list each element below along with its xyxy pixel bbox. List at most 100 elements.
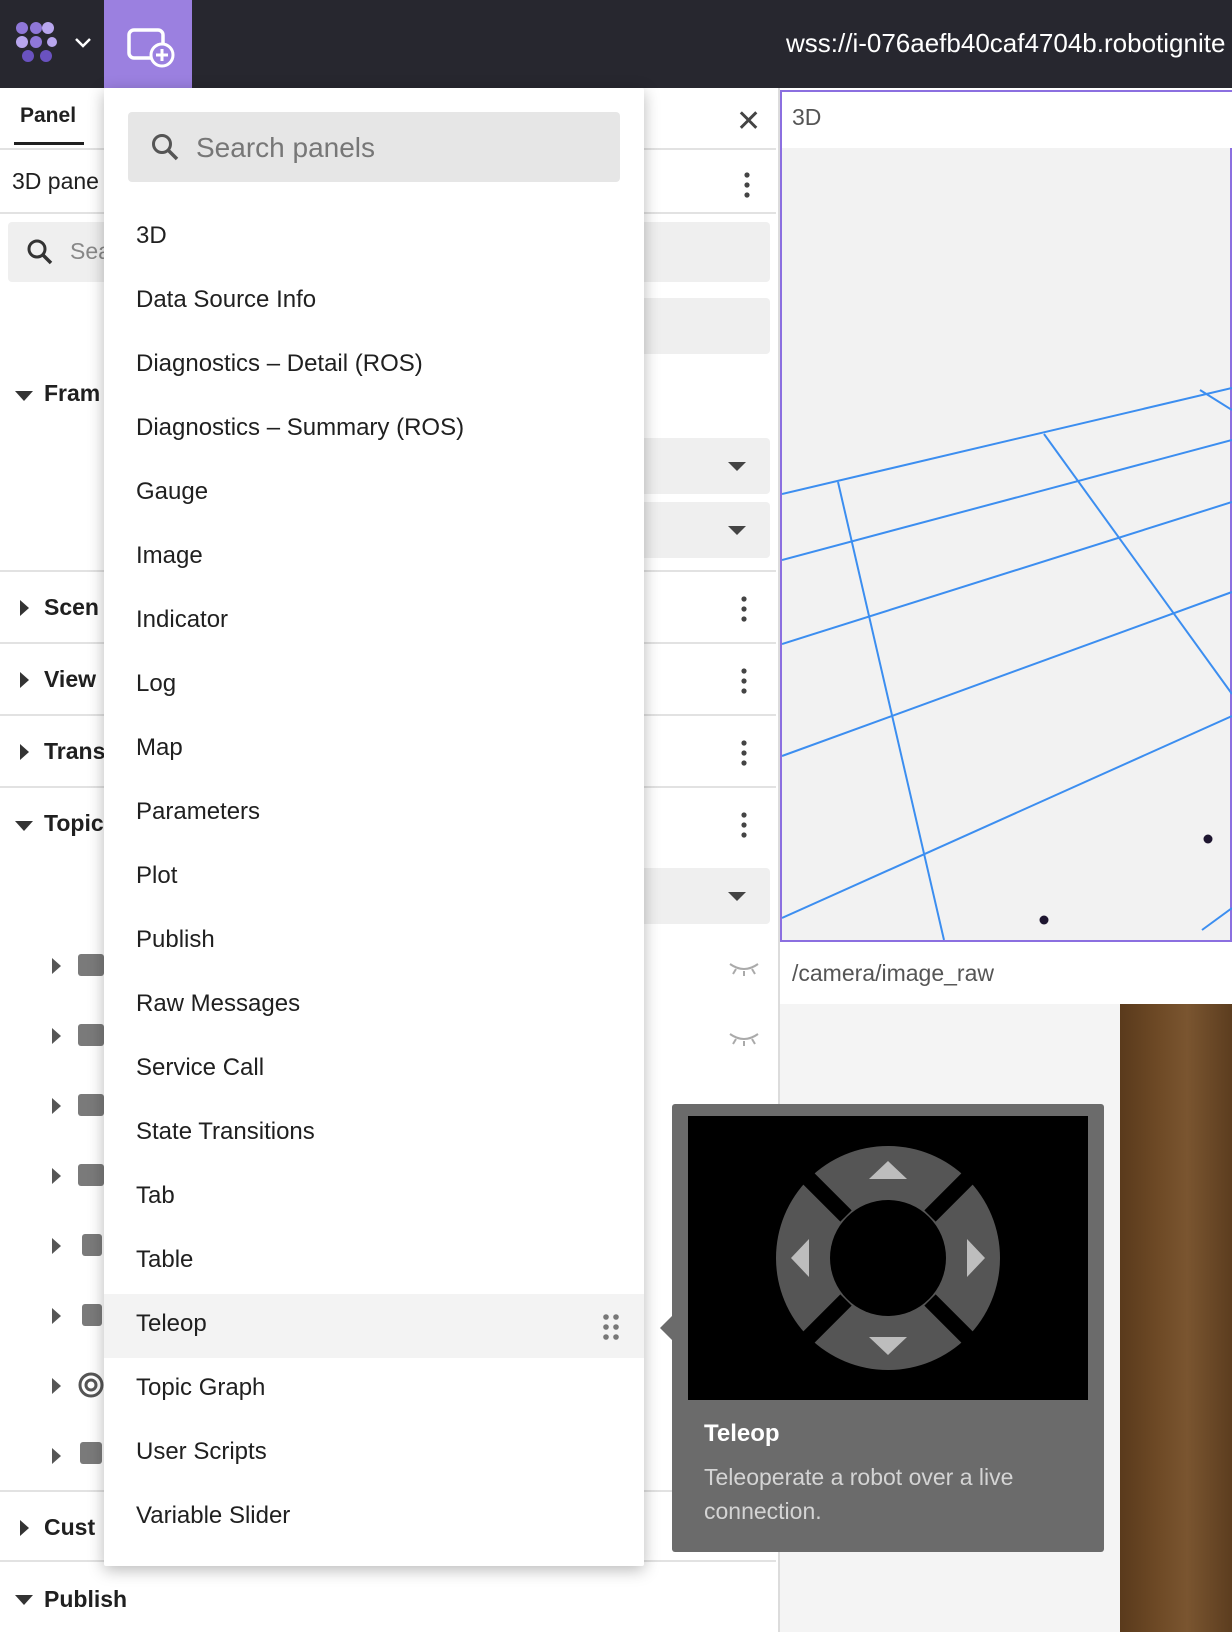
teleop-dpad-icon xyxy=(776,1146,1000,1370)
topic-expand-caret-icon[interactable] xyxy=(52,1028,61,1044)
topic-expand-caret-icon[interactable] xyxy=(52,1098,61,1114)
menu-item-log[interactable]: Log xyxy=(104,654,644,718)
tooltip-title: Teleop xyxy=(704,1420,780,1447)
panel-search-input[interactable] xyxy=(196,126,596,170)
menu-item-label: Topic Graph xyxy=(136,1374,266,1401)
camera-image xyxy=(1120,1004,1232,1632)
section-publish-label[interactable]: Publish xyxy=(44,1586,127,1613)
section-kebab-icon[interactable] xyxy=(741,740,747,771)
robot-arm-icon xyxy=(80,1442,102,1464)
menu-item-publish[interactable]: Publish xyxy=(104,910,644,974)
menu-item-map[interactable]: Map xyxy=(104,718,644,782)
menu-item-label: Plot xyxy=(136,862,178,889)
topic-expand-caret-icon[interactable] xyxy=(52,1308,61,1324)
add-panel-icon xyxy=(127,28,175,68)
frame-select-2[interactable] xyxy=(640,502,770,558)
ground-grid xyxy=(782,387,1232,940)
menu-item-service-call[interactable]: Service Call xyxy=(104,1038,644,1102)
topic-expand-caret-icon[interactable] xyxy=(52,1378,61,1394)
chevron-down-icon xyxy=(728,892,746,901)
camera-icon xyxy=(78,954,104,976)
menu-item-diagnostics-detail-ros[interactable]: Diagnostics – Detail (ROS) xyxy=(104,334,644,398)
chevron-down-icon xyxy=(728,462,746,471)
section-topics-label[interactable]: Topic xyxy=(44,810,104,837)
section-kebab-icon[interactable] xyxy=(741,596,747,627)
topic-expand-caret-icon[interactable] xyxy=(52,1448,61,1464)
search-icon xyxy=(150,132,180,162)
menu-item-label: Diagnostics – Detail (ROS) xyxy=(136,350,423,377)
panel-options-kebab-icon[interactable] xyxy=(744,172,750,203)
menu-item-plot[interactable]: Plot xyxy=(104,846,644,910)
expand-caret-icon[interactable] xyxy=(15,1595,33,1605)
menu-item-label: Log xyxy=(136,670,177,697)
add-panel-button[interactable] xyxy=(104,0,192,88)
menu-item-label: Publish xyxy=(136,926,215,953)
visibility-off-icon[interactable] xyxy=(728,960,760,981)
menu-item-label: User Scripts xyxy=(136,1438,267,1465)
tooltip-description: Teleoperate a robot over a live connecti… xyxy=(704,1464,1014,1524)
menu-item-topic-graph[interactable]: Topic Graph xyxy=(104,1358,644,1422)
app-menu-chevron-down-icon[interactable] xyxy=(74,36,92,50)
section-transforms-label[interactable]: Trans xyxy=(44,738,105,765)
menu-item-data-source-info[interactable]: Data Source Info xyxy=(104,270,644,334)
menu-item-gauge[interactable]: Gauge xyxy=(104,462,644,526)
settings-field[interactable] xyxy=(640,298,770,354)
menu-item-diagnostics-summary-ros[interactable]: Diagnostics – Summary (ROS) xyxy=(104,398,644,462)
section-frame-label[interactable]: Fram xyxy=(44,380,100,407)
menu-item-label: Teleop xyxy=(136,1310,207,1337)
menu-item-state-transitions[interactable]: State Transitions xyxy=(104,1102,644,1166)
section-kebab-icon[interactable] xyxy=(741,812,747,843)
menu-item-label: Variable Slider xyxy=(136,1502,291,1529)
image-icon xyxy=(78,1164,104,1186)
menu-item-table[interactable]: Table xyxy=(104,1230,644,1294)
menu-item-label: Map xyxy=(136,734,183,761)
expand-caret-icon[interactable] xyxy=(20,672,29,688)
menu-item-label: 3D xyxy=(136,222,167,249)
menu-item-label: Raw Messages xyxy=(136,990,301,1017)
expand-caret-icon[interactable] xyxy=(15,391,33,401)
drag-handle-icon[interactable] xyxy=(602,1313,620,1341)
section-kebab-icon[interactable] xyxy=(741,668,747,699)
close-icon[interactable]: ✕ xyxy=(736,104,761,139)
tooltip-arrow xyxy=(660,1316,672,1340)
menu-item-variable-slider[interactable]: Variable Slider xyxy=(104,1486,644,1550)
menu-item-label: Indicator xyxy=(136,606,229,633)
chevron-down-icon xyxy=(728,526,746,535)
image-icon xyxy=(78,1024,104,1046)
connection-url: wss://i-076aefb40caf4704b.robotignite xyxy=(786,28,1226,58)
topic-expand-caret-icon[interactable] xyxy=(52,958,61,974)
teleop-preview-image xyxy=(688,1116,1088,1400)
frame-select[interactable] xyxy=(640,438,770,494)
settings-panel-title: 3D pane xyxy=(12,168,99,194)
topics-select[interactable] xyxy=(640,868,770,924)
section-view-label[interactable]: View xyxy=(44,666,96,693)
visibility-off-icon[interactable] xyxy=(728,1030,760,1051)
tab-active-indicator xyxy=(14,142,84,145)
expand-caret-icon[interactable] xyxy=(20,600,29,616)
target-icon xyxy=(78,1372,104,1403)
menu-item-user-scripts[interactable]: User Scripts xyxy=(104,1422,644,1486)
section-scene-label[interactable]: Scen xyxy=(44,594,99,621)
app-logo-icon[interactable] xyxy=(14,20,66,66)
expand-caret-icon[interactable] xyxy=(15,821,33,831)
flag-icon xyxy=(82,1234,102,1256)
section-custom-label[interactable]: Cust xyxy=(44,1514,95,1541)
menu-item-label: Image xyxy=(136,542,203,569)
menu-item-parameters[interactable]: Parameters xyxy=(104,782,644,846)
menu-item-image[interactable]: Image xyxy=(104,526,644,590)
search-icon xyxy=(26,238,54,271)
menu-item-tab[interactable]: Tab xyxy=(104,1166,644,1230)
flag-icon xyxy=(82,1304,102,1326)
menu-item-label: Diagnostics – Summary (ROS) xyxy=(136,414,465,441)
menu-item-indicator[interactable]: Indicator xyxy=(104,590,644,654)
menu-item-raw-messages[interactable]: Raw Messages xyxy=(104,974,644,1038)
menu-item-label: State Transitions xyxy=(136,1118,315,1145)
menu-item-3d[interactable]: 3D xyxy=(104,206,644,270)
expand-caret-icon[interactable] xyxy=(20,1520,29,1536)
expand-caret-icon[interactable] xyxy=(20,744,29,760)
menu-item-teleop[interactable]: Teleop xyxy=(104,1294,644,1358)
topic-expand-caret-icon[interactable] xyxy=(52,1238,61,1254)
topic-expand-caret-icon[interactable] xyxy=(52,1168,61,1184)
tab-panel[interactable]: Panel xyxy=(20,104,76,128)
menu-item-label: Service Call xyxy=(136,1054,265,1081)
